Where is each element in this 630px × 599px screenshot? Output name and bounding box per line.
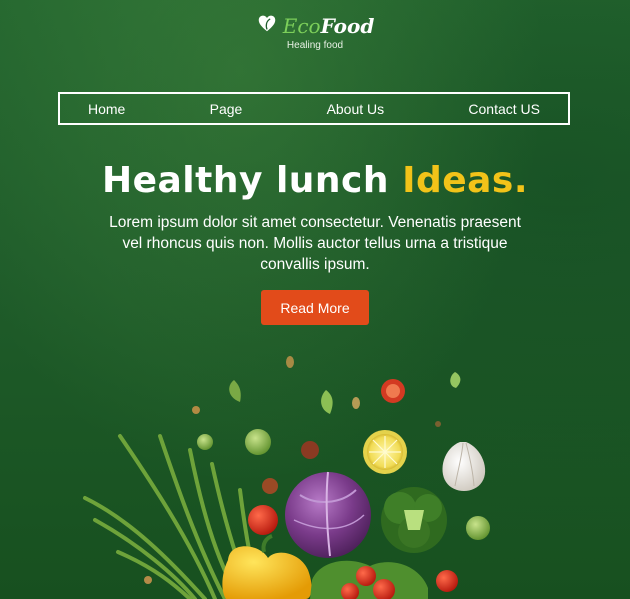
small-tomato	[436, 570, 458, 592]
nav-contact-us[interactable]: Contact US	[468, 101, 540, 117]
brussels-sprout	[245, 429, 271, 455]
cherry-tomato	[248, 505, 278, 535]
lettuce-and-tomatoes	[310, 560, 428, 599]
main-navigation: Home Page About Us Contact US	[58, 92, 570, 125]
brussels-sprout-right	[466, 516, 490, 540]
broccoli	[381, 487, 447, 553]
landing-page: EcoFood Healing food Home Page About Us …	[0, 0, 630, 599]
brand-name-food: Food	[320, 14, 375, 38]
nav-home[interactable]: Home	[88, 101, 125, 117]
yellow-pepper	[222, 534, 312, 599]
brand-name: EcoFood	[283, 16, 375, 36]
red-cabbage	[285, 471, 371, 558]
scattered-herbs	[144, 356, 461, 584]
lemon-slice	[363, 430, 407, 474]
hero-description: Lorem ipsum dolor sit amet consectetur. …	[109, 214, 521, 273]
brand-name-eco: Eco	[282, 14, 321, 38]
garlic-bulb	[442, 442, 486, 491]
brand-tagline: Healing food	[286, 40, 344, 51]
nav-page[interactable]: Page	[210, 101, 243, 117]
read-more-button[interactable]: Read More	[261, 290, 369, 325]
nav-about-us[interactable]: About Us	[327, 101, 385, 117]
hero-headline-accent: Ideas.	[402, 160, 529, 201]
green-beans	[83, 434, 262, 599]
brand-logo[interactable]: EcoFood Healing food	[0, 12, 630, 51]
leaf-heart-icon	[258, 15, 275, 32]
tomato-slice	[381, 379, 405, 403]
hero-headline-main: Healthy lunch	[101, 160, 403, 201]
hero-headline: Healthy lunch Ideas.	[0, 160, 630, 201]
